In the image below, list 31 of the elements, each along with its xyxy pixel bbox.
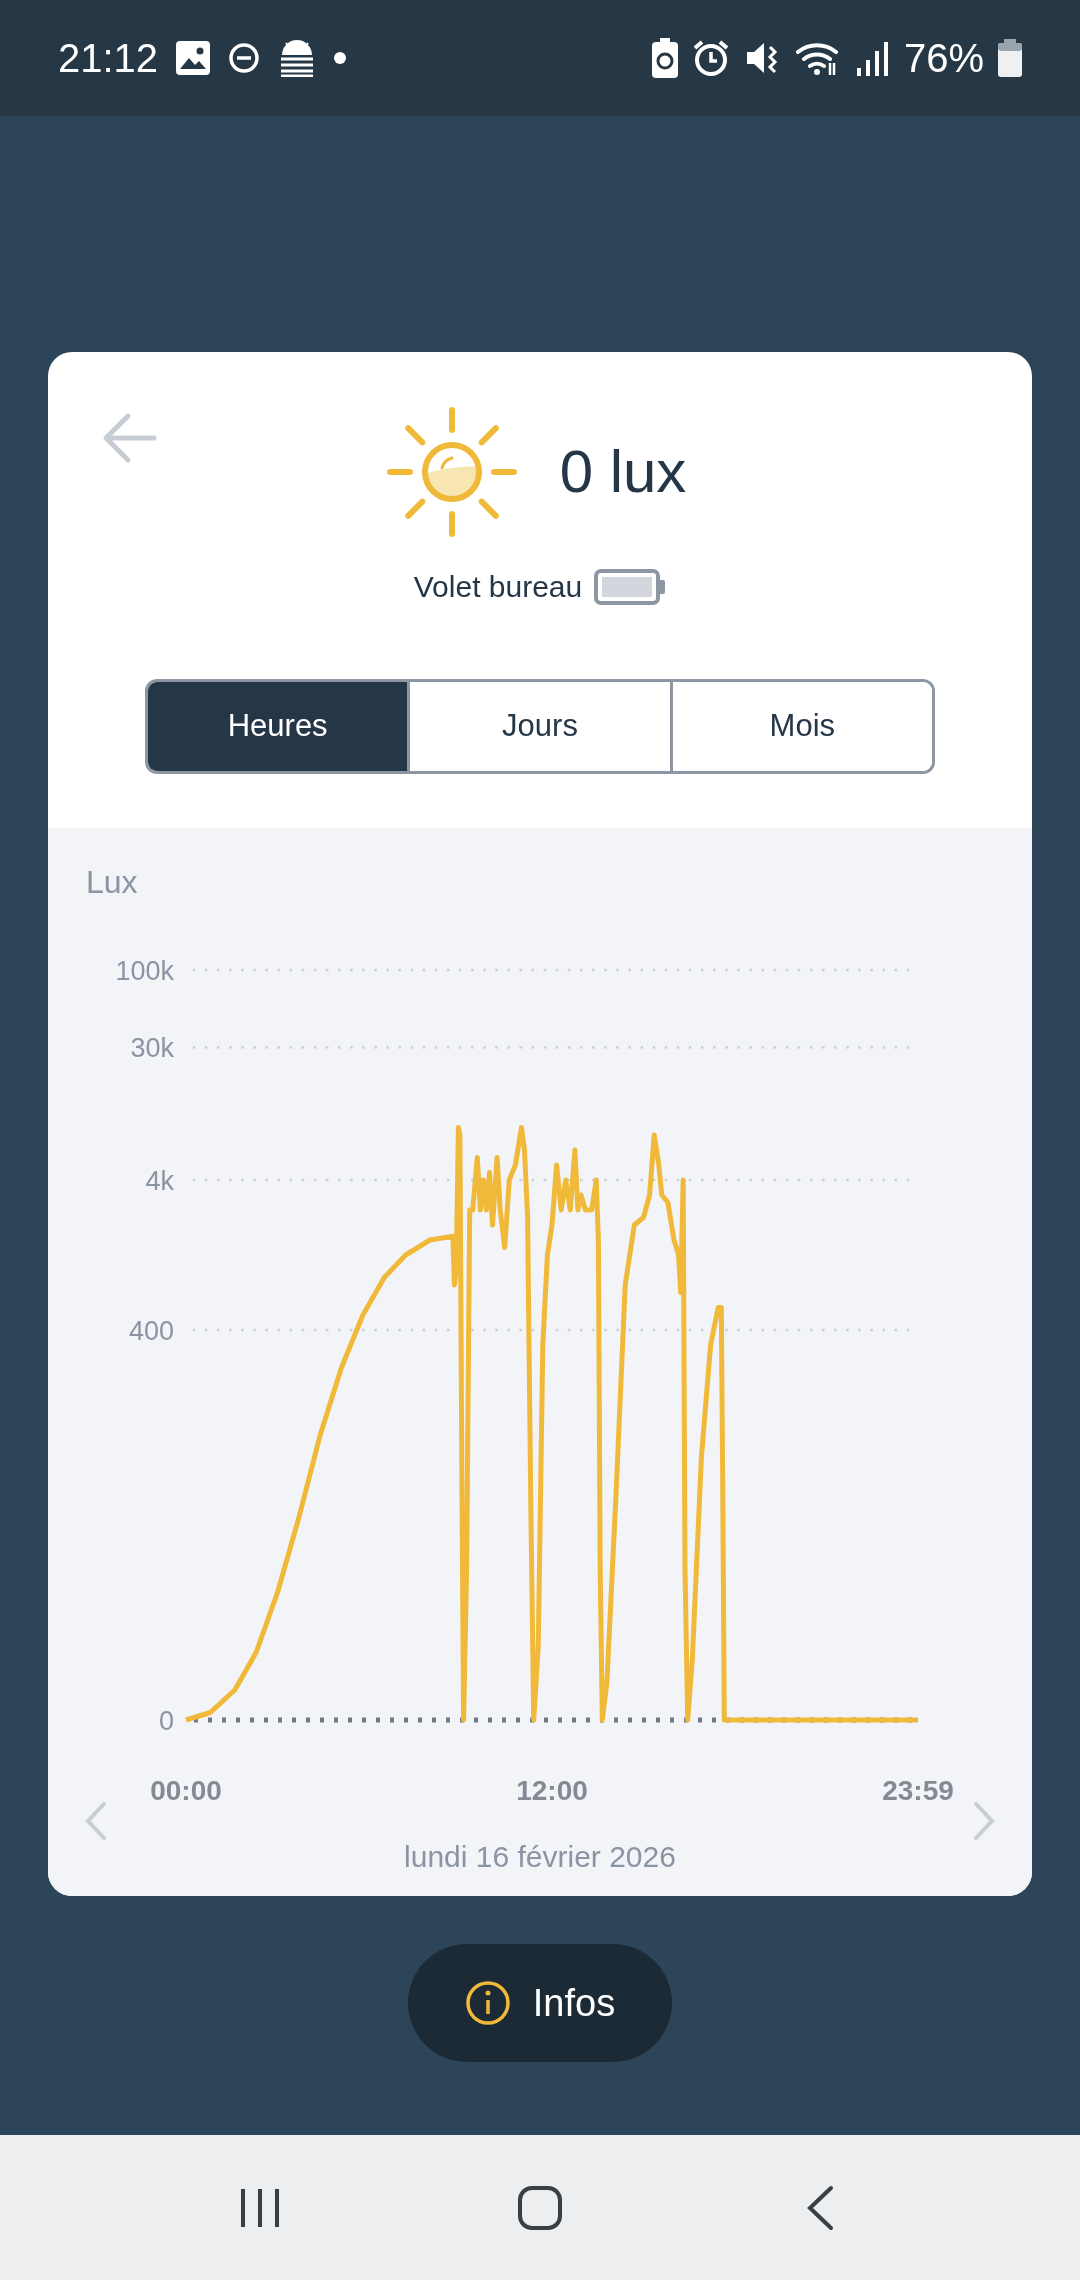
chevron-left-icon bbox=[85, 1801, 107, 1841]
battery-percentage: 76% bbox=[903, 38, 984, 78]
date-label: lundi 16 février 2026 bbox=[404, 1839, 676, 1875]
home-icon bbox=[516, 2183, 564, 2232]
back-arrow-icon bbox=[102, 410, 158, 466]
battery-icon bbox=[594, 568, 667, 605]
period-tab[interactable]: Heures bbox=[148, 682, 408, 771]
y-axis-label: 4k bbox=[145, 1166, 174, 1196]
info-button[interactable]: Infos bbox=[408, 1944, 672, 2062]
clock: 21:12 bbox=[58, 38, 159, 78]
x-axis-label: 00:00 bbox=[150, 1775, 222, 1806]
y-axis-label: 0 bbox=[158, 1706, 174, 1736]
notification-dot-icon bbox=[334, 52, 347, 64]
image-icon bbox=[176, 41, 211, 75]
battery-icon bbox=[998, 39, 1022, 77]
x-axis-label: 23:59 bbox=[882, 1775, 954, 1806]
battery-saver-icon bbox=[651, 38, 678, 78]
lux-reading: 0 lux bbox=[559, 437, 687, 507]
x-axis-label: 12:00 bbox=[516, 1775, 588, 1806]
y-axis-label: 100k bbox=[115, 956, 174, 986]
signal-icon bbox=[855, 40, 890, 76]
period-tab[interactable]: Mois bbox=[669, 682, 932, 771]
y-axis-label: 30k bbox=[130, 1033, 174, 1064]
alarm-icon bbox=[691, 39, 730, 77]
device-name: Volet bureau bbox=[413, 569, 583, 605]
do-not-disturb-icon bbox=[228, 42, 261, 74]
back-icon bbox=[805, 2184, 835, 2231]
chevron-right-icon bbox=[973, 1801, 995, 1841]
chart-title: Lux bbox=[86, 864, 138, 900]
y-axis-label: 400 bbox=[128, 1316, 174, 1346]
info-icon bbox=[464, 1980, 511, 2026]
